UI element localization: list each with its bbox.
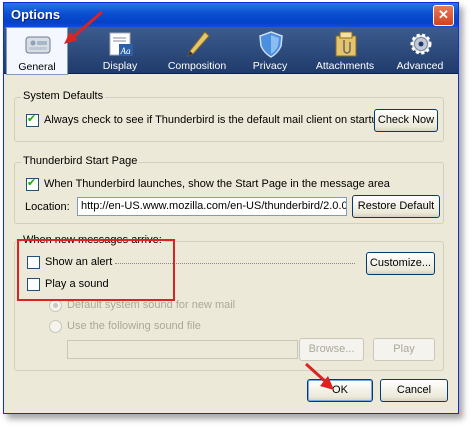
- location-input[interactable]: http://en-US.www.mozilla.com/en-US/thund…: [77, 197, 347, 216]
- general-icon: [25, 36, 51, 54]
- checkbox-label: Always check to see if Thunderbird is th…: [44, 114, 384, 126]
- options-dialog: Options ✕ General Aa Display Composition…: [3, 2, 459, 414]
- start-page-group: Thunderbird Start Page When Thunderbird …: [14, 155, 444, 224]
- close-button[interactable]: ✕: [433, 5, 454, 26]
- tab-label: Privacy: [252, 60, 288, 72]
- tab-label: Advanced: [396, 60, 444, 72]
- tab-advanced[interactable]: Advanced: [390, 27, 450, 73]
- default-client-checkbox[interactable]: [26, 112, 39, 127]
- location-label: Location:: [25, 201, 70, 213]
- system-defaults-group: System Defaults Always check to see if T…: [14, 90, 444, 142]
- tab-label: Attachments: [315, 60, 375, 72]
- group-title: System Defaults: [21, 90, 106, 102]
- display-icon: Aa: [109, 32, 133, 56]
- cancel-button[interactable]: Cancel: [380, 379, 448, 402]
- check-now-button[interactable]: Check Now: [374, 109, 438, 132]
- annotation-highlight-box: [17, 239, 175, 301]
- group-title: Thunderbird Start Page: [21, 155, 140, 167]
- tab-attachments[interactable]: Attachments: [315, 27, 375, 73]
- tab-privacy[interactable]: Privacy: [240, 27, 300, 73]
- annotation-arrow-icon: [304, 362, 334, 390]
- tab-label: Display: [102, 60, 138, 72]
- gear-icon: [410, 33, 432, 55]
- composition-icon: [187, 31, 210, 57]
- tab-label: Composition: [167, 60, 227, 72]
- sound-file-input[interactable]: [67, 340, 298, 359]
- checkbox-label: When Thunderbird launches, show the Star…: [44, 178, 390, 190]
- svg-text:Aa: Aa: [120, 46, 131, 56]
- browse-button[interactable]: Browse...: [299, 338, 364, 361]
- attachments-icon: [335, 31, 357, 57]
- window-title: Options: [11, 7, 61, 22]
- shield-icon: [259, 31, 283, 58]
- start-page-checkbox[interactable]: [26, 176, 39, 191]
- restore-default-button[interactable]: Restore Default: [352, 195, 440, 218]
- tab-composition[interactable]: Composition: [167, 27, 227, 73]
- annotation-arrow-icon: [64, 10, 103, 44]
- radio-label: Use the following sound file: [67, 320, 201, 332]
- tab-label: General: [18, 61, 56, 73]
- play-button[interactable]: Play: [373, 338, 435, 361]
- sound-file-radio[interactable]: [49, 320, 62, 333]
- customize-button[interactable]: Customize...: [366, 252, 435, 275]
